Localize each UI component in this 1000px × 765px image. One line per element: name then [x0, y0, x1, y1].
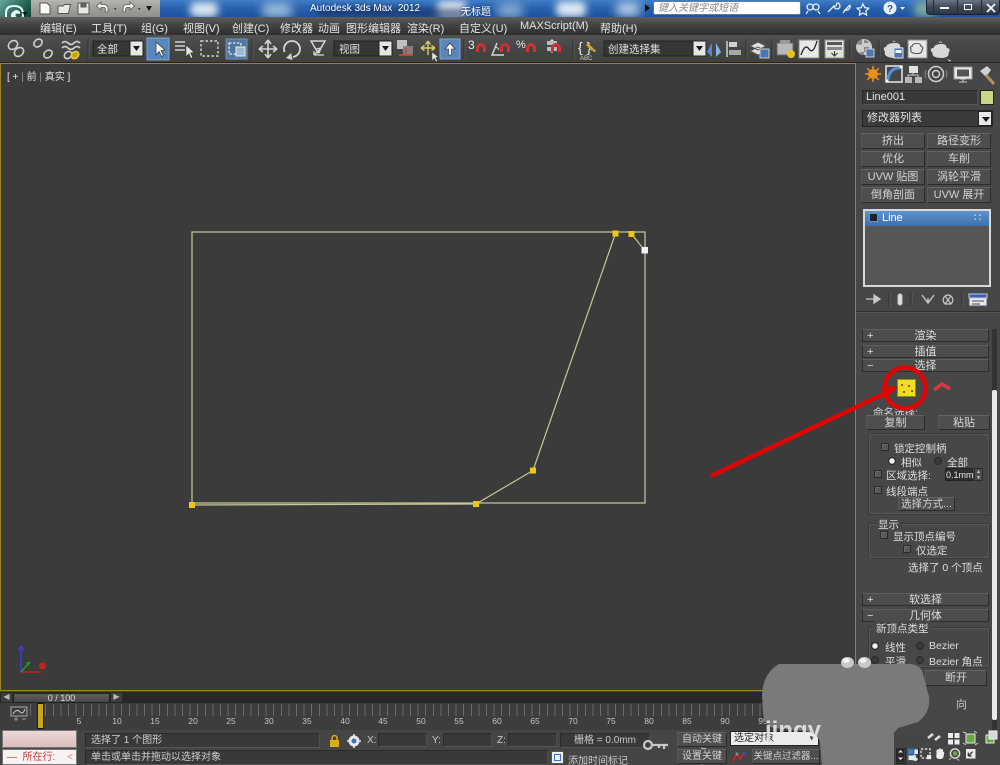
svg-text:jingy: jingy [764, 717, 822, 744]
